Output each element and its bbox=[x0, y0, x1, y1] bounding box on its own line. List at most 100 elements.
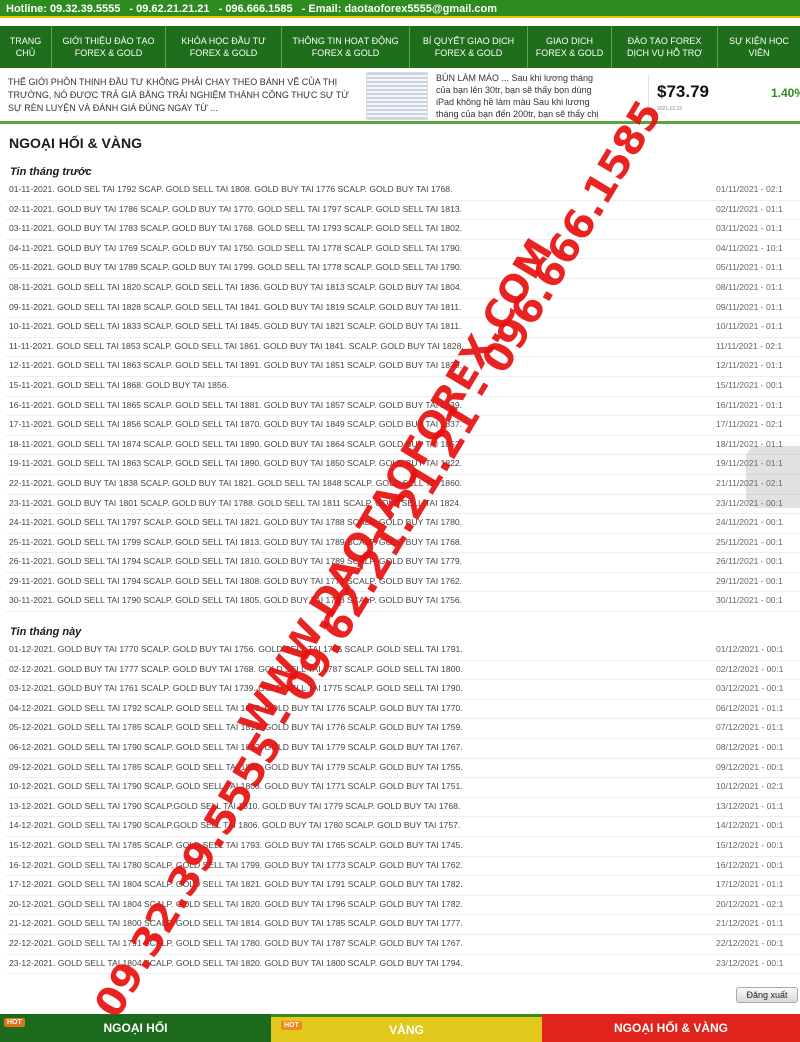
nav-item-about[interactable]: GIỚI THIỆU ĐÀO TẠO FOREX & GOLD bbox=[52, 26, 166, 68]
news-title[interactable]: 23-11-2021. GOLD BUY TAI 1801 SCALP. GOL… bbox=[9, 498, 461, 508]
banner-article-text[interactable]: BÚN LÀM MÀO ... Sau khi lương tháng của … bbox=[436, 72, 602, 121]
news-title[interactable]: 26-11-2021. GOLD SELL TAI 1794 SCALP. GO… bbox=[9, 556, 462, 566]
list-item[interactable]: 05-12-2021. GOLD SELL TAI 1785 SCALP. GO… bbox=[0, 719, 800, 739]
news-title[interactable]: 25-11-2021. GOLD SELL TAI 1799 SCALP. GO… bbox=[9, 537, 462, 547]
news-title[interactable]: 02-11-2021. GOLD BUY TAI 1786 SCALP. GOL… bbox=[9, 204, 462, 214]
list-item[interactable]: 13-12-2021. GOLD SELL TAI 1790 SCALP.GOL… bbox=[0, 798, 800, 818]
news-title[interactable]: 10-12-2021. GOLD SELL TAI 1790 SCALP. GO… bbox=[9, 781, 463, 791]
list-item[interactable]: 09-12-2021. GOLD SELL TAI 1785 SCALP. GO… bbox=[0, 759, 800, 779]
news-title[interactable]: 15-12-2021. GOLD SELL TAI 1785 SCALP. GO… bbox=[9, 840, 463, 850]
news-title[interactable]: 05-11-2021. GOLD BUY TAI 1789 SCALP. GOL… bbox=[9, 262, 462, 272]
nav-item-home[interactable]: TRANG CHỦ bbox=[0, 26, 52, 68]
news-title[interactable]: 11-11-2021. GOLD SELL TAI 1853 SCALP. GO… bbox=[9, 341, 464, 351]
price-ticker: $73.79 1.40% 2021.12.23 bbox=[648, 74, 800, 118]
news-title[interactable]: 13-12-2021. GOLD SELL TAI 1790 SCALP.GOL… bbox=[9, 801, 460, 811]
list-item[interactable]: 03-11-2021. GOLD BUY TAI 1783 SCALP. GOL… bbox=[0, 220, 800, 240]
news-title[interactable]: 10-11-2021. GOLD SELL TAI 1833 SCALP. GO… bbox=[9, 321, 461, 331]
news-title[interactable]: 17-11-2021. GOLD SELL TAI 1856 SCALP. GO… bbox=[9, 419, 462, 429]
news-title[interactable]: 17-12-2021. GOLD SELL TAI 1804 SCALP. GO… bbox=[9, 879, 463, 889]
list-item[interactable]: 08-11-2021. GOLD SELL TAI 1820 SCALP. GO… bbox=[0, 279, 800, 299]
row-divider bbox=[6, 973, 800, 975]
news-title[interactable]: 22-12-2021. GOLD SELL TAI 1791 SCALP. GO… bbox=[9, 938, 463, 948]
tab-gold[interactable]: HOT VÀNG bbox=[271, 1014, 542, 1042]
list-item[interactable]: 23-12-2021. GOLD SELL TAI 1804 SCALP. GO… bbox=[0, 955, 800, 975]
news-title[interactable]: 09-11-2021. GOLD SELL TAI 1828 SCALP. GO… bbox=[9, 302, 461, 312]
list-item[interactable]: 15-12-2021. GOLD SELL TAI 1785 SCALP. GO… bbox=[0, 837, 800, 857]
list-item[interactable]: 22-11-2021. GOLD BUY TAI 1838 SCALP. GOL… bbox=[0, 475, 800, 495]
list-item[interactable]: 16-11-2021. GOLD SELL TAI 1865 SCALP. GO… bbox=[0, 397, 800, 417]
list-item[interactable]: 04-11-2021. GOLD BUY TAI 1769 SCALP. GOL… bbox=[0, 240, 800, 260]
list-item[interactable]: 03-12-2021. GOLD BUY TAI 1761 SCALP. GOL… bbox=[0, 680, 800, 700]
nav-item-support[interactable]: ĐÀO TẠO FOREX DỊCH VỤ HỖ TRỢ bbox=[612, 26, 718, 68]
news-title[interactable]: 30-11-2021. GOLD SELL TAI 1790 SCALP. GO… bbox=[9, 595, 462, 605]
list-item[interactable]: 26-11-2021. GOLD SELL TAI 1794 SCALP. GO… bbox=[0, 553, 800, 573]
tab-forex[interactable]: HOT NGOẠI HỐI bbox=[0, 1014, 271, 1042]
news-title[interactable]: 21-12-2021. GOLD SELL TAI 1800 SCALP. GO… bbox=[9, 918, 463, 928]
list-item[interactable]: 24-11-2021. GOLD SELL TAI 1797 SCALP. GO… bbox=[0, 514, 800, 534]
news-title[interactable]: 22-11-2021. GOLD BUY TAI 1838 SCALP. GOL… bbox=[9, 478, 462, 488]
list-item[interactable]: 02-11-2021. GOLD BUY TAI 1786 SCALP. GOL… bbox=[0, 201, 800, 221]
list-item[interactable]: 10-12-2021. GOLD SELL TAI 1790 SCALP. GO… bbox=[0, 778, 800, 798]
logout-button[interactable]: Đăng xuất bbox=[736, 987, 798, 1003]
list-item[interactable]: 14-12-2021. GOLD SELL TAI 1790 SCALP.GOL… bbox=[0, 817, 800, 837]
list-item[interactable]: 12-11-2021. GOLD SELL TAI 1863 SCALP. GO… bbox=[0, 357, 800, 377]
news-title[interactable]: 29-11-2021. GOLD SELL TAI 1794 SCALP. GO… bbox=[9, 576, 462, 586]
news-title[interactable]: 18-11-2021. GOLD SELL TAI 1874 SCALP. GO… bbox=[9, 439, 462, 449]
list-item[interactable]: 01-12-2021. GOLD BUY TAI 1770 SCALP. GOL… bbox=[0, 641, 800, 661]
news-title[interactable]: 20-12-2021. GOLD SELL TAI 1804 SCALP. GO… bbox=[9, 899, 463, 909]
list-item[interactable]: 16-12-2021. GOLD SELL TAI 1780 SCALP. GO… bbox=[0, 857, 800, 877]
news-date: 03/11/2021 - 01:1 bbox=[716, 223, 783, 234]
list-item[interactable]: 04-12-2021. GOLD SELL TAI 1792 SCALP. GO… bbox=[0, 700, 800, 720]
main-content: NGOẠI HỐI & VÀNG Tin tháng trước 01-11-2… bbox=[0, 127, 800, 1014]
list-item[interactable]: 29-11-2021. GOLD SELL TAI 1794 SCALP. GO… bbox=[0, 573, 800, 593]
list-item[interactable]: 05-11-2021. GOLD BUY TAI 1789 SCALP. GOL… bbox=[0, 259, 800, 279]
news-title[interactable]: 24-11-2021. GOLD SELL TAI 1797 SCALP. GO… bbox=[9, 517, 462, 527]
news-title[interactable]: 16-11-2021. GOLD SELL TAI 1865 SCALP. GO… bbox=[9, 400, 462, 410]
list-item[interactable]: 17-11-2021. GOLD SELL TAI 1856 SCALP. GO… bbox=[0, 416, 800, 436]
list-item[interactable]: 09-11-2021. GOLD SELL TAI 1828 SCALP. GO… bbox=[0, 299, 800, 319]
news-title[interactable]: 23-12-2021. GOLD SELL TAI 1804 SCALP. GO… bbox=[9, 958, 463, 968]
news-title[interactable]: 16-12-2021. GOLD SELL TAI 1780 SCALP. GO… bbox=[9, 860, 463, 870]
news-title[interactable]: 04-12-2021. GOLD SELL TAI 1792 SCALP. GO… bbox=[9, 703, 463, 713]
tab-forex-gold[interactable]: NGOẠI HỐI & VÀNG bbox=[542, 1014, 800, 1042]
news-title[interactable]: 05-12-2021. GOLD SELL TAI 1785 SCALP. GO… bbox=[9, 722, 463, 732]
nav-item-secrets[interactable]: BÍ QUYẾT GIAO DỊCH FOREX & GOLD bbox=[410, 26, 528, 68]
nav-item-activity[interactable]: THÔNG TIN HOẠT ĐỘNG FOREX & GOLD bbox=[282, 26, 410, 68]
news-title[interactable]: 03-12-2021. GOLD BUY TAI 1761 SCALP. GOL… bbox=[9, 683, 463, 693]
list-item[interactable]: 30-11-2021. GOLD SELL TAI 1790 SCALP. GO… bbox=[0, 592, 800, 613]
list-item[interactable]: 11-11-2021. GOLD SELL TAI 1853 SCALP. GO… bbox=[0, 338, 800, 358]
list-item[interactable]: 10-11-2021. GOLD SELL TAI 1833 SCALP. GO… bbox=[0, 318, 800, 338]
list-item[interactable]: 18-11-2021. GOLD SELL TAI 1874 SCALP. GO… bbox=[0, 436, 800, 456]
news-title[interactable]: 09-12-2021. GOLD SELL TAI 1785 SCALP. GO… bbox=[9, 762, 463, 772]
nav-item-trading[interactable]: GIAO DỊCH FOREX & GOLD bbox=[528, 26, 612, 68]
news-title[interactable]: 02-12-2021. GOLD BUY TAI 1777 SCALP. GOL… bbox=[9, 664, 463, 674]
news-date: 17/12/2021 - 01:1 bbox=[716, 879, 784, 890]
article-thumbnail[interactable] bbox=[366, 72, 428, 120]
list-item[interactable]: 22-12-2021. GOLD SELL TAI 1791 SCALP. GO… bbox=[0, 935, 800, 955]
news-title[interactable]: 15-11-2021. GOLD SELL TAI 1868. GOLD BUY… bbox=[9, 380, 229, 390]
list-item[interactable]: 19-11-2021. GOLD SELL TAI 1863 SCALP. GO… bbox=[0, 455, 800, 475]
list-item[interactable]: 02-12-2021. GOLD BUY TAI 1777 SCALP. GOL… bbox=[0, 661, 800, 681]
news-title[interactable]: 08-11-2021. GOLD SELL TAI 1820 SCALP. GO… bbox=[9, 282, 462, 292]
news-title[interactable]: 14-12-2021. GOLD SELL TAI 1790 SCALP.GOL… bbox=[9, 820, 460, 830]
list-item[interactable]: 23-11-2021. GOLD BUY TAI 1801 SCALP. GOL… bbox=[0, 495, 800, 515]
news-title[interactable]: 01-11-2021. GOLD SEL TAI 1792 SCAP. GOLD… bbox=[9, 184, 452, 194]
list-item[interactable]: 17-12-2021. GOLD SELL TAI 1804 SCALP. GO… bbox=[0, 876, 800, 896]
list-item[interactable]: 06-12-2021. GOLD SELL TAI 1790 SCALP. GO… bbox=[0, 739, 800, 759]
nav-item-events[interactable]: SỰ KIỆN HỌC VIÊN bbox=[718, 26, 800, 68]
news-title[interactable]: 04-11-2021. GOLD BUY TAI 1769 SCALP. GOL… bbox=[9, 243, 462, 253]
news-title[interactable]: 19-11-2021. GOLD SELL TAI 1863 SCALP. GO… bbox=[9, 458, 462, 468]
news-title[interactable]: 06-12-2021. GOLD SELL TAI 1790 SCALP. GO… bbox=[9, 742, 463, 752]
list-item[interactable]: 21-12-2021. GOLD SELL TAI 1800 SCALP. GO… bbox=[0, 915, 800, 935]
list-item[interactable]: 25-11-2021. GOLD SELL TAI 1799 SCALP. GO… bbox=[0, 534, 800, 554]
list-item[interactable]: 15-11-2021. GOLD SELL TAI 1868. GOLD BUY… bbox=[0, 377, 800, 397]
news-title[interactable]: 03-11-2021. GOLD BUY TAI 1783 SCALP. GOL… bbox=[9, 223, 462, 233]
news-title[interactable]: 12-11-2021. GOLD SELL TAI 1863 SCALP. GO… bbox=[9, 360, 462, 370]
hotline-bar: Hotline: 09.32.39.5555 - 09.62.21.21.21 … bbox=[0, 0, 800, 18]
nav-item-courses[interactable]: KHÓA HỌC ĐẦU TƯ FOREX & GOLD bbox=[166, 26, 282, 68]
scroll-handle[interactable] bbox=[746, 446, 800, 508]
list-item[interactable]: 01-11-2021. GOLD SEL TAI 1792 SCAP. GOLD… bbox=[0, 181, 800, 201]
list-item[interactable]: 20-12-2021. GOLD SELL TAI 1804 SCALP. GO… bbox=[0, 896, 800, 916]
hotline-email[interactable]: - Email: daotaoforex5555@gmail.com bbox=[302, 3, 497, 15]
news-title[interactable]: 01-12-2021. GOLD BUY TAI 1770 SCALP. GOL… bbox=[9, 644, 463, 654]
